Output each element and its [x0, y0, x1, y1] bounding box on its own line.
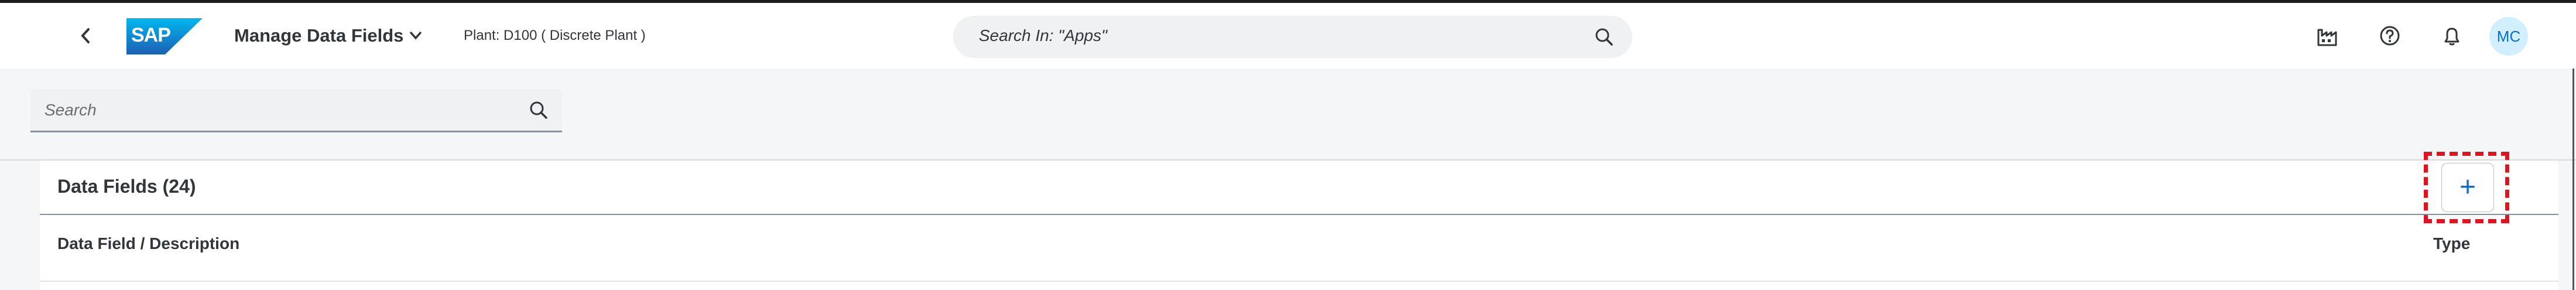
- back-button[interactable]: [69, 19, 102, 52]
- help-icon: [2380, 26, 2400, 46]
- plant-label: Plant: D100 ( Discrete Plant ): [464, 28, 646, 43]
- help-button[interactable]: [2378, 24, 2402, 47]
- factory-icon: [2317, 29, 2337, 46]
- sap-logo[interactable]: SAP: [126, 18, 203, 54]
- chevron-left-icon: [81, 28, 90, 43]
- column-header-type[interactable]: Type: [2433, 234, 2470, 253]
- notifications-button[interactable]: [2440, 24, 2464, 47]
- table-row-border: [40, 281, 2558, 282]
- global-search-placeholder: Search In: "Apps": [979, 26, 1108, 45]
- page-search-placeholder: Search: [44, 101, 97, 119]
- search-icon[interactable]: [528, 100, 549, 121]
- app-title: Manage Data Fields: [234, 25, 404, 46]
- table-header-border: [40, 214, 2558, 215]
- app-title-menu[interactable]: Manage Data Fields: [234, 22, 422, 50]
- page-search-input[interactable]: Search: [30, 89, 562, 132]
- add-data-field-button[interactable]: +: [2441, 163, 2494, 212]
- shell-header: SAP Manage Data Fields Plant: D100 ( Dis…: [0, 3, 2576, 69]
- search-icon[interactable]: [1594, 26, 1615, 47]
- sap-logo-text: SAP: [131, 24, 171, 46]
- user-avatar[interactable]: MC: [2489, 17, 2528, 56]
- column-header-data-field[interactable]: Data Field / Description: [57, 234, 239, 253]
- global-search-field[interactable]: Search In: "Apps": [953, 16, 1632, 58]
- manufacturing-plant-button[interactable]: [2316, 24, 2339, 47]
- add-icon: +: [2459, 172, 2476, 203]
- chevron-down-icon: [410, 32, 422, 40]
- scrollbar[interactable]: [2572, 69, 2574, 290]
- bell-icon: [2444, 28, 2459, 46]
- data-fields-table: Data Fields (24): [40, 161, 2558, 290]
- table-title: Data Fields (24): [57, 176, 196, 197]
